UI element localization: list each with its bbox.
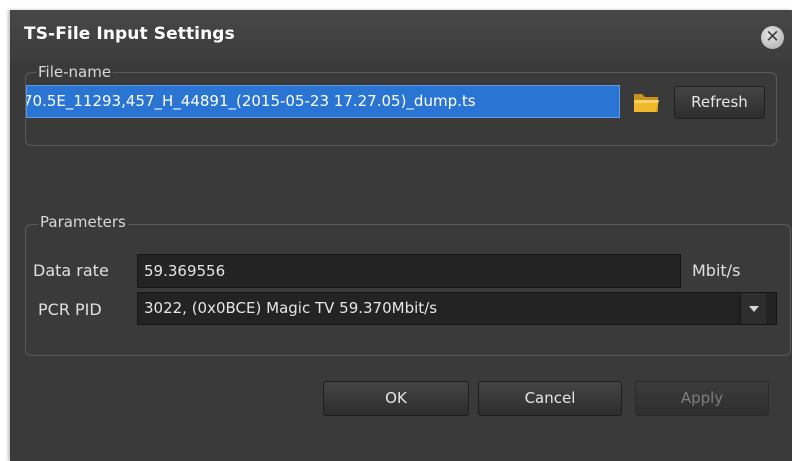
file-path-input[interactable]: 70.5E_11293,457_H_44891_(2015-05-23 17.2… (26, 85, 620, 118)
folder-icon[interactable] (631, 88, 661, 116)
close-icon[interactable]: ✕ (761, 26, 784, 49)
file-name-legend: File-name (36, 63, 114, 81)
data-rate-label: Data rate (33, 261, 109, 280)
dropdown-arrow[interactable] (740, 293, 766, 324)
refresh-button[interactable]: Refresh (674, 86, 765, 119)
pcr-pid-select[interactable]: 3022, (0x0BCE) Magic TV 59.370Mbit/s (137, 292, 777, 325)
data-rate-unit: Mbit/s (692, 261, 741, 280)
cancel-button[interactable]: Cancel (478, 381, 622, 416)
title-bar[interactable]: TS-File Input Settings ✕ (10, 10, 792, 60)
pcr-pid-label: PCR PID (38, 300, 102, 319)
apply-button[interactable]: Apply (635, 381, 769, 416)
ok-button[interactable]: OK (323, 381, 469, 416)
dialog-title: TS-File Input Settings (24, 24, 235, 44)
parameters-legend: Parameters (38, 213, 128, 231)
file-path-value: 70.5E_11293,457_H_44891_(2015-05-23 17.2… (26, 92, 476, 110)
parameters-group (25, 224, 791, 356)
data-rate-input[interactable]: 59.369556 (137, 254, 681, 288)
chevron-down-icon (749, 306, 759, 312)
pcr-pid-selected-value: 3022, (0x0BCE) Magic TV 59.370Mbit/s (144, 299, 438, 317)
